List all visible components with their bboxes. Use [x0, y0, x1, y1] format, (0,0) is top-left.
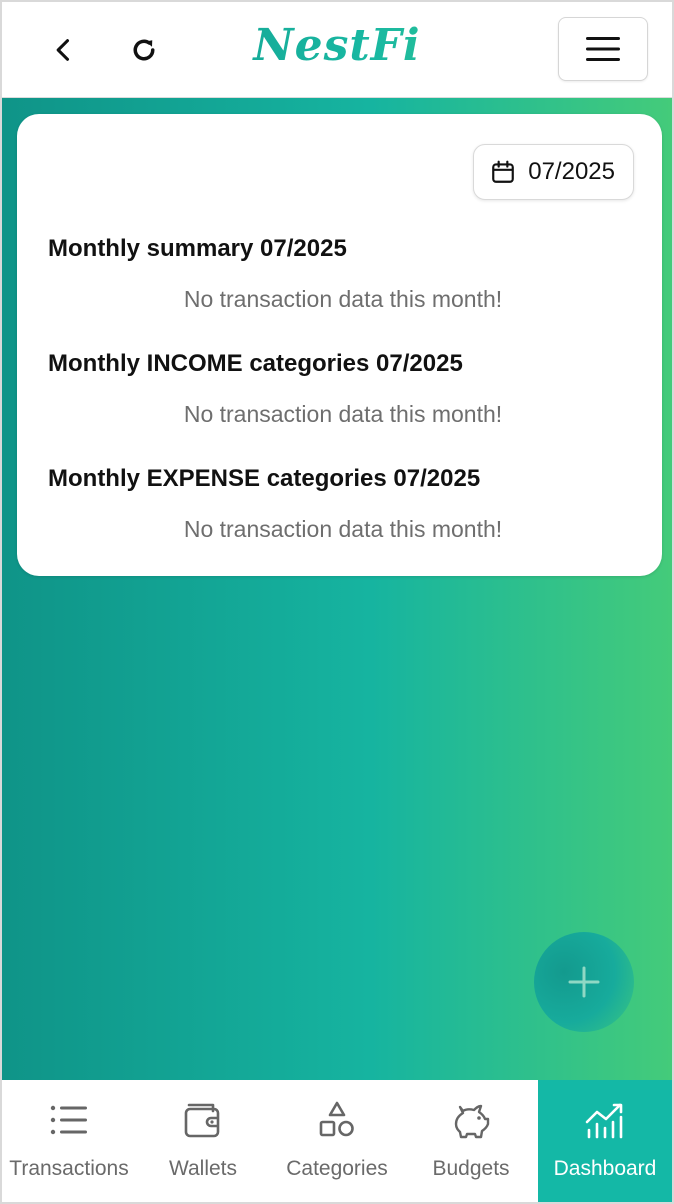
empty-state-text: No transaction data this month!: [183, 286, 503, 312]
empty-state-text: No transaction data this month!: [183, 516, 503, 542]
monthly-summary-section: Monthly summary 07/2025 No transaction d…: [48, 234, 638, 314]
dashboard-card: 07/2025 Monthly summary 07/2025 No trans…: [17, 114, 662, 576]
month-picker-value: 07/2025: [528, 158, 615, 185]
nav-label: Wallets: [168, 1157, 238, 1180]
nav-dashboard[interactable]: Dashboard: [538, 1080, 672, 1202]
app-frame: NestFi 07/2025 Monthly summary 07/2025 N…: [0, 0, 674, 1204]
piggy-bank-icon: [454, 1104, 490, 1139]
top-header: NestFi: [2, 2, 672, 98]
nav-categories[interactable]: Categories: [270, 1080, 404, 1202]
plus-icon: [568, 966, 600, 998]
bottom-navigation: Transactions Wallets Categories Budgets …: [2, 1080, 672, 1202]
section-title: Monthly EXPENSE categories 07/2025: [48, 465, 481, 492]
add-transaction-button[interactable]: [534, 932, 634, 1032]
list-icon: [50, 1105, 87, 1135]
shapes-icon: [319, 1101, 354, 1137]
nav-label: Categories: [286, 1157, 388, 1180]
income-categories-section: Monthly INCOME categories 07/2025 No tra…: [48, 349, 638, 429]
nav-label: Dashboard: [553, 1157, 657, 1180]
nav-wallets[interactable]: Wallets: [136, 1080, 270, 1202]
section-title: Monthly INCOME categories 07/2025: [48, 350, 463, 377]
nav-transactions[interactable]: Transactions: [2, 1080, 136, 1202]
month-picker-button[interactable]: 07/2025: [473, 144, 634, 200]
empty-state-text: No transaction data this month!: [183, 401, 503, 427]
nav-label: Budgets: [432, 1157, 510, 1180]
calendar-icon: [492, 160, 515, 183]
hamburger-menu-icon: [586, 37, 620, 61]
chart-icon: [585, 1103, 623, 1139]
menu-button[interactable]: [558, 17, 648, 81]
section-title: Monthly summary 07/2025: [48, 235, 347, 262]
expense-categories-section: Monthly EXPENSE categories 07/2025 No tr…: [48, 464, 638, 544]
main-content: 07/2025 Monthly summary 07/2025 No trans…: [2, 98, 672, 1080]
wallet-icon: [184, 1103, 220, 1138]
nav-budgets[interactable]: Budgets: [404, 1080, 538, 1202]
nav-label: Transactions: [9, 1157, 129, 1180]
